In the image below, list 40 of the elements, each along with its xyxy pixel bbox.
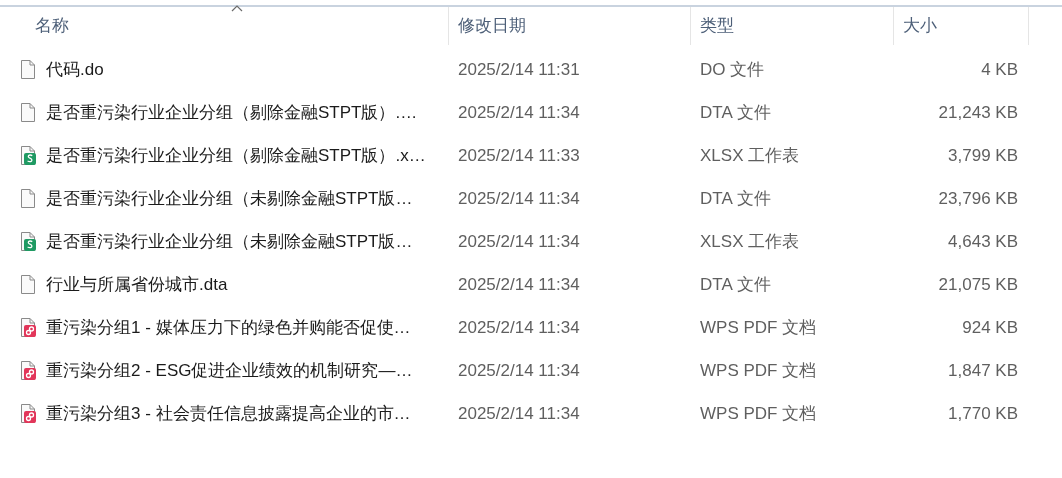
- file-size: 21,243 KB: [938, 102, 1018, 122]
- modified-date: 2025/2/14 11:34: [458, 360, 580, 380]
- file-size: 4,643 KB: [948, 231, 1018, 251]
- file-name[interactable]: 是否重污染行业企业分组（未剔除金融STPT版…: [46, 228, 413, 255]
- file-name[interactable]: 是否重污染行业企业分组（剔除金融STPT版）.x…: [46, 142, 426, 169]
- file-type: DO 文件: [700, 59, 765, 79]
- modified-date: 2025/2/14 11:31: [458, 59, 580, 79]
- modified-date: 2025/2/14 11:34: [458, 274, 580, 294]
- file-size: 924 KB: [962, 317, 1018, 337]
- file-name[interactable]: 行业与所属省份城市.dta: [46, 271, 228, 298]
- file-name[interactable]: 重污染分组2 - ESG促进企业绩效的机制研究—…: [46, 357, 413, 384]
- modified-date: 2025/2/14 11:34: [458, 317, 580, 337]
- file-name[interactable]: 是否重污染行业企业分组（剔除金融STPT版）.…: [46, 99, 418, 126]
- file-type: XLSX 工作表: [700, 231, 800, 251]
- file-type: DTA 文件: [700, 102, 771, 122]
- type-column-header[interactable]: 类型: [700, 13, 734, 39]
- modified-date: 2025/2/14 11:34: [458, 102, 580, 122]
- size-column-header[interactable]: 大小: [903, 13, 937, 39]
- modified-date: 2025/2/14 11:34: [458, 231, 580, 251]
- modified-date: 2025/2/14 11:33: [458, 145, 580, 165]
- file-size: 3,799 KB: [948, 145, 1018, 165]
- modified-date: 2025/2/14 11:34: [458, 403, 580, 423]
- name-column-header[interactable]: 名称: [35, 13, 69, 39]
- file-name[interactable]: 重污染分组1 - 媒体压力下的绿色并购能否促使…: [46, 314, 411, 341]
- file-size: 4 KB: [981, 59, 1018, 79]
- file-size: 23,796 KB: [938, 188, 1018, 208]
- file-type: XLSX 工作表: [700, 145, 800, 165]
- file-type: WPS PDF 文档: [700, 317, 817, 337]
- date-column-header[interactable]: 修改日期: [458, 13, 526, 39]
- file-type: WPS PDF 文档: [700, 403, 817, 423]
- file-type: DTA 文件: [700, 274, 771, 294]
- file-name[interactable]: 代码.do: [46, 56, 104, 83]
- file-name[interactable]: 是否重污染行业企业分组（未剔除金融STPT版…: [46, 185, 413, 212]
- file-type: DTA 文件: [700, 188, 771, 208]
- file-size: 1,770 KB: [948, 403, 1018, 423]
- file-size: 1,847 KB: [948, 360, 1018, 380]
- file-type: WPS PDF 文档: [700, 360, 817, 380]
- file-size: 21,075 KB: [938, 274, 1018, 294]
- modified-date: 2025/2/14 11:34: [458, 188, 580, 208]
- file-name[interactable]: 重污染分组3 - 社会责任信息披露提高企业的市…: [46, 400, 411, 427]
